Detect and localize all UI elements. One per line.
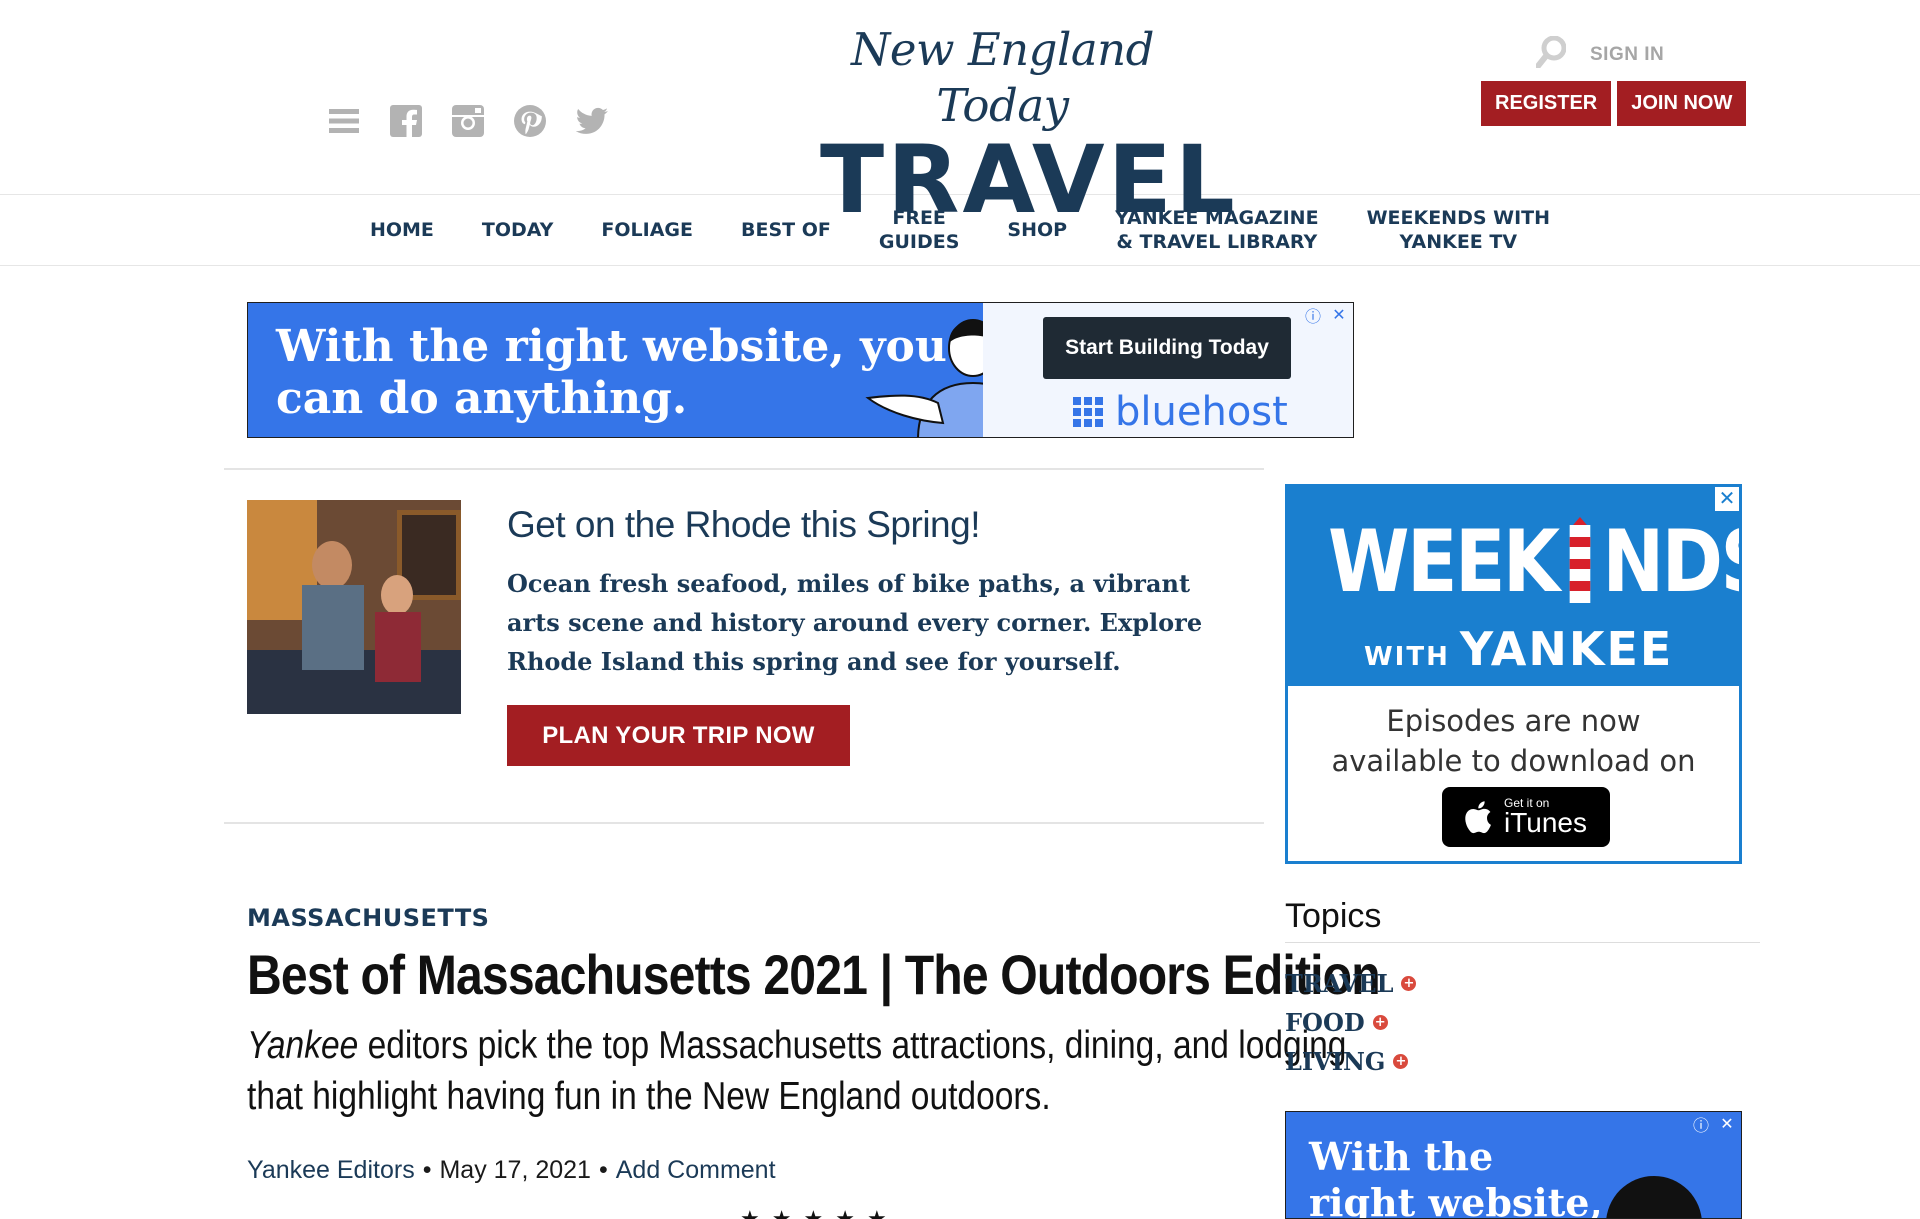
sidebar-ad[interactable]: With the right website, ⓘ ✕ bbox=[1285, 1111, 1742, 1219]
ad-close-icon[interactable]: ✕ bbox=[1715, 487, 1739, 511]
divider bbox=[1285, 942, 1760, 943]
promo-text: Ocean fresh seafood, miles of bike paths… bbox=[507, 569, 1203, 676]
article-dek: Yankee editors pick the top Massachusett… bbox=[247, 1020, 1346, 1122]
ad-controls: ⓘ ✕ bbox=[1691, 1114, 1737, 1135]
with-word: WITH bbox=[1364, 642, 1450, 672]
dek-line2: that highlight having fun in the New Eng… bbox=[247, 1075, 1051, 1118]
topics-heading: Topics bbox=[1285, 897, 1382, 935]
publish-date: May 17, 2021 bbox=[439, 1156, 591, 1184]
nav-today[interactable]: TODAY bbox=[458, 218, 578, 242]
plus-icon[interactable]: + bbox=[1401, 976, 1417, 991]
author-link[interactable]: Yankee Editors bbox=[247, 1156, 415, 1185]
ad-close-icon[interactable]: ✕ bbox=[1329, 305, 1349, 325]
nav-shop[interactable]: SHOP bbox=[983, 218, 1091, 242]
ad-headline: With the right website, you can do anyth… bbox=[276, 321, 947, 425]
plan-trip-button[interactable]: PLAN YOUR TRIP NOW bbox=[507, 705, 850, 766]
nav-foliage[interactable]: FOLIAGE bbox=[577, 218, 717, 242]
byline: Yankee Editors • May 17, 2021 • Add Comm… bbox=[247, 1156, 776, 1185]
topic-food[interactable]: FOOD + bbox=[1285, 1008, 1388, 1037]
nav-home[interactable]: HOME bbox=[346, 218, 458, 242]
plus-icon[interactable]: + bbox=[1393, 1054, 1409, 1069]
banner-ad[interactable]: With the right website, you can do anyth… bbox=[247, 302, 1354, 438]
weekends-ad[interactable]: WEEK NDS WITH YANKEE Episodes are now ava… bbox=[1285, 484, 1742, 864]
rating-stars[interactable]: ★ ★ ★ ★ ★ bbox=[740, 1206, 887, 1219]
main-nav: HOME TODAY FOLIAGE BEST OF FREE GUIDES S… bbox=[0, 195, 1920, 266]
topic-travel[interactable]: TRAVEL + bbox=[1285, 969, 1417, 998]
dek-italic: Yankee bbox=[247, 1024, 359, 1067]
ad2-line2: right website, bbox=[1309, 1180, 1603, 1219]
ad-close-icon[interactable]: ✕ bbox=[1717, 1114, 1737, 1134]
apple-icon bbox=[1465, 801, 1491, 834]
ad-brand-name: bluehost bbox=[1115, 389, 1288, 435]
ad-info-icon[interactable]: ⓘ bbox=[1303, 305, 1323, 326]
star-icon[interactable]: ★ bbox=[740, 1206, 760, 1219]
add-comment-link[interactable]: Add Comment bbox=[616, 1156, 776, 1185]
topic-label: FOOD bbox=[1285, 1008, 1365, 1037]
instagram-icon[interactable] bbox=[452, 105, 484, 137]
sign-in-link[interactable]: SIGN IN bbox=[1590, 44, 1664, 66]
promo-title[interactable]: Get on the Rhode this Spring! bbox=[507, 504, 980, 546]
ad-headline-line1: With the right website, you bbox=[276, 321, 947, 372]
nav-best-of[interactable]: BEST OF bbox=[717, 218, 855, 242]
grid-icon bbox=[1073, 397, 1103, 427]
ad2-illustration bbox=[1606, 1176, 1702, 1218]
ad-controls: ⓘ ✕ bbox=[1303, 305, 1349, 326]
divider bbox=[224, 468, 1264, 470]
article-category[interactable]: MASSACHUSETTS bbox=[247, 904, 489, 932]
twitter-icon[interactable] bbox=[576, 105, 608, 137]
promo-image[interactable] bbox=[247, 500, 461, 714]
star-icon[interactable]: ★ bbox=[772, 1206, 792, 1219]
facebook-icon[interactable] bbox=[390, 105, 422, 137]
episodes-line1: Episodes are now bbox=[1386, 704, 1641, 738]
star-icon[interactable]: ★ bbox=[867, 1206, 887, 1219]
nav-free-guides[interactable]: FREE GUIDES bbox=[855, 206, 984, 254]
logo-script: New England Today bbox=[851, 23, 1154, 132]
article-title: Best of Massachusetts 2021 | The Outdoor… bbox=[247, 943, 1381, 1006]
join-now-button[interactable]: JOIN NOW bbox=[1617, 81, 1747, 126]
topic-living[interactable]: LIVING + bbox=[1285, 1047, 1409, 1076]
dek-line1: editors pick the top Massachusetts attra… bbox=[358, 1024, 1347, 1067]
weekends-title-post: NDS bbox=[1602, 512, 1739, 612]
byline-separator: • bbox=[422, 1156, 432, 1184]
weekends-title-pre: WEEK bbox=[1328, 512, 1560, 612]
nav-yankee-magazine[interactable]: YANKEE MAGAZINE & TRAVEL LIBRARY bbox=[1091, 206, 1342, 254]
ad-headline-line2: can do anything. bbox=[276, 373, 688, 424]
ad2-headline: With the right website, bbox=[1309, 1134, 1603, 1219]
star-icon[interactable]: ★ bbox=[803, 1206, 823, 1219]
plus-icon[interactable]: + bbox=[1372, 1015, 1388, 1030]
byline-separator: • bbox=[598, 1156, 608, 1184]
pinterest-icon[interactable] bbox=[514, 105, 546, 137]
ad-brand: bluehost bbox=[1073, 389, 1288, 435]
yankee-word: YANKEE bbox=[1459, 622, 1674, 676]
ad-cta-button[interactable]: Start Building Today bbox=[1043, 317, 1291, 379]
site-header: New England Today TRAVEL SIGN IN REGISTE… bbox=[0, 0, 1920, 228]
register-button[interactable]: REGISTER bbox=[1481, 81, 1612, 126]
search-icon[interactable] bbox=[1535, 35, 1567, 73]
lighthouse-icon bbox=[1561, 517, 1599, 603]
account-buttons: REGISTER JOIN NOW bbox=[1481, 81, 1747, 126]
nav-weekends-tv[interactable]: WEEKENDS WITH YANKEE TV bbox=[1343, 206, 1574, 254]
episodes-text: Episodes are now available to download o… bbox=[1288, 701, 1739, 781]
ad-info-icon[interactable]: ⓘ bbox=[1691, 1114, 1711, 1135]
ad2-line1: With the bbox=[1309, 1134, 1494, 1179]
divider bbox=[224, 822, 1264, 824]
weekends-title: WEEK NDS bbox=[1328, 517, 1739, 607]
social-links bbox=[328, 105, 608, 137]
topic-label: LIVING bbox=[1285, 1047, 1386, 1076]
star-icon[interactable]: ★ bbox=[835, 1206, 855, 1219]
itunes-big-text: iTunes bbox=[1504, 807, 1588, 838]
topic-label: TRAVEL bbox=[1285, 969, 1394, 998]
itunes-button[interactable]: Get it on iTunes bbox=[1442, 787, 1610, 847]
auth-top: SIGN IN bbox=[1535, 35, 1664, 73]
with-yankee: WITH YANKEE bbox=[1364, 622, 1673, 676]
menu-icon[interactable] bbox=[328, 105, 360, 137]
episodes-line2: available to download on bbox=[1331, 744, 1696, 778]
